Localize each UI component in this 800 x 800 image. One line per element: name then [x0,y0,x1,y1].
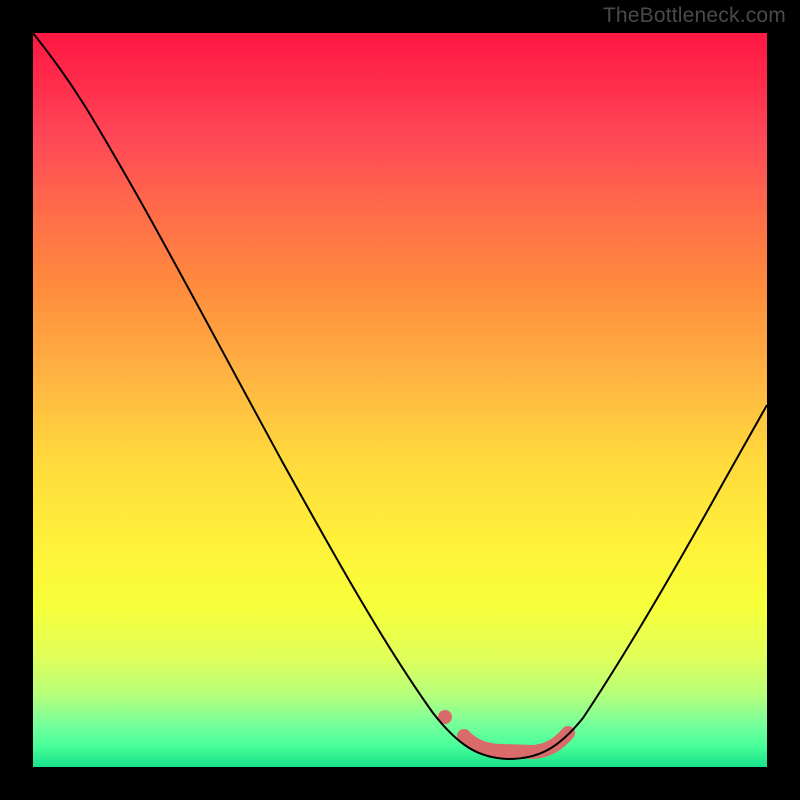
optimal-highlight [464,733,568,752]
curve-svg [33,33,767,767]
bottleneck-curve [33,33,767,759]
watermark-text: TheBottleneck.com [603,4,786,28]
plot-area [33,33,767,767]
